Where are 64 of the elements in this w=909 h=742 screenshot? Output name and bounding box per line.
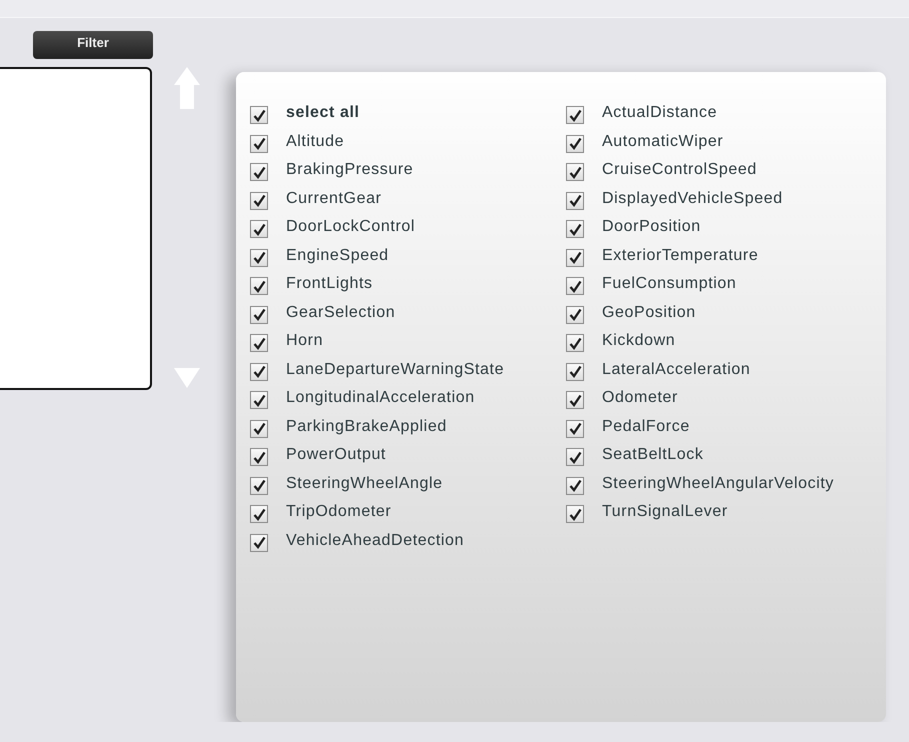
checkbox[interactable] <box>566 505 584 524</box>
checkbox[interactable] <box>566 362 584 381</box>
checkbox[interactable] <box>566 106 584 124</box>
checkbox-label: FrontLights <box>286 275 373 294</box>
checkbox-label: select all <box>286 104 360 122</box>
checkbox[interactable] <box>566 448 584 466</box>
checkbox-label: SeatBeltLock <box>602 446 704 464</box>
checkbox[interactable] <box>250 334 268 352</box>
checkbox[interactable] <box>566 420 584 438</box>
checkbox[interactable] <box>566 476 584 495</box>
checkbox[interactable] <box>566 192 584 210</box>
checkbox[interactable] <box>250 163 268 182</box>
checkbox-label: Altitude <box>286 132 344 151</box>
checkbox-label: DoorPosition <box>602 218 701 236</box>
checkbox[interactable] <box>566 391 584 410</box>
checkbox[interactable] <box>250 192 268 210</box>
checkbox-label: CruiseControlSpeed <box>602 161 757 180</box>
checkbox-label: LongitudinalAcceleration <box>286 389 475 408</box>
checkbox[interactable] <box>250 106 268 124</box>
checkbox-label: SteeringWheelAngularVelocity <box>602 474 834 493</box>
checkbox[interactable] <box>566 134 584 153</box>
list-box[interactable] <box>0 67 152 390</box>
checkbox-label: GeoPosition <box>602 304 696 322</box>
checkbox-label: CurrentGear <box>286 190 382 208</box>
checkbox-label: DisplayedVehicleSpeed <box>602 190 783 208</box>
checkbox-label: BrakingPressure <box>286 161 414 180</box>
checkbox[interactable] <box>250 391 268 410</box>
checkbox-label: SteeringWheelAngle <box>286 474 443 493</box>
checkbox-label: LateralAcceleration <box>602 360 750 379</box>
checkbox-label: AutomaticWiper <box>602 132 724 151</box>
checkbox[interactable] <box>566 220 584 238</box>
checkbox[interactable] <box>566 163 584 182</box>
checkbox[interactable] <box>566 277 584 296</box>
checkbox-label: Odometer <box>602 389 678 408</box>
checkbox-label: DoorLockControl <box>286 218 416 236</box>
checkbox-label: LaneDepartureWarningState <box>286 360 504 379</box>
checkbox-label: TripOdometer <box>286 503 392 522</box>
checkbox-label: EngineSpeed <box>286 246 389 265</box>
checkbox[interactable] <box>250 306 268 324</box>
checkbox[interactable] <box>250 534 268 552</box>
checkbox-label: PowerOutput <box>286 446 386 464</box>
checkbox[interactable] <box>250 448 268 466</box>
checkbox-label: Kickdown <box>602 332 676 350</box>
checkbox[interactable] <box>250 505 268 524</box>
checkbox[interactable] <box>250 476 268 495</box>
checkbox[interactable] <box>250 362 268 381</box>
checkbox[interactable] <box>566 306 584 324</box>
checkbox-label: VehicleAheadDetection <box>286 532 464 550</box>
checkbox[interactable] <box>566 248 584 267</box>
checkbox-label: FuelConsumption <box>602 275 736 294</box>
checkbox-label: TurnSignalLever <box>602 503 728 522</box>
checkbox[interactable] <box>566 334 584 352</box>
checkbox[interactable] <box>250 220 268 238</box>
checkbox-label: ExteriorTemperature <box>602 246 758 265</box>
checkbox-label: ActualDistance <box>602 104 718 122</box>
checkbox-label: Horn <box>286 332 324 350</box>
checkbox-label: GearSelection <box>286 304 396 322</box>
filter-button[interactable]: Filter <box>33 31 153 59</box>
checkbox[interactable] <box>250 248 268 267</box>
checkbox-label: PedalForce <box>602 418 690 436</box>
checkbox[interactable] <box>250 277 268 296</box>
checkbox-label: ParkingBrakeApplied <box>286 418 447 436</box>
checkbox[interactable] <box>250 134 268 153</box>
checkbox[interactable] <box>250 420 268 438</box>
